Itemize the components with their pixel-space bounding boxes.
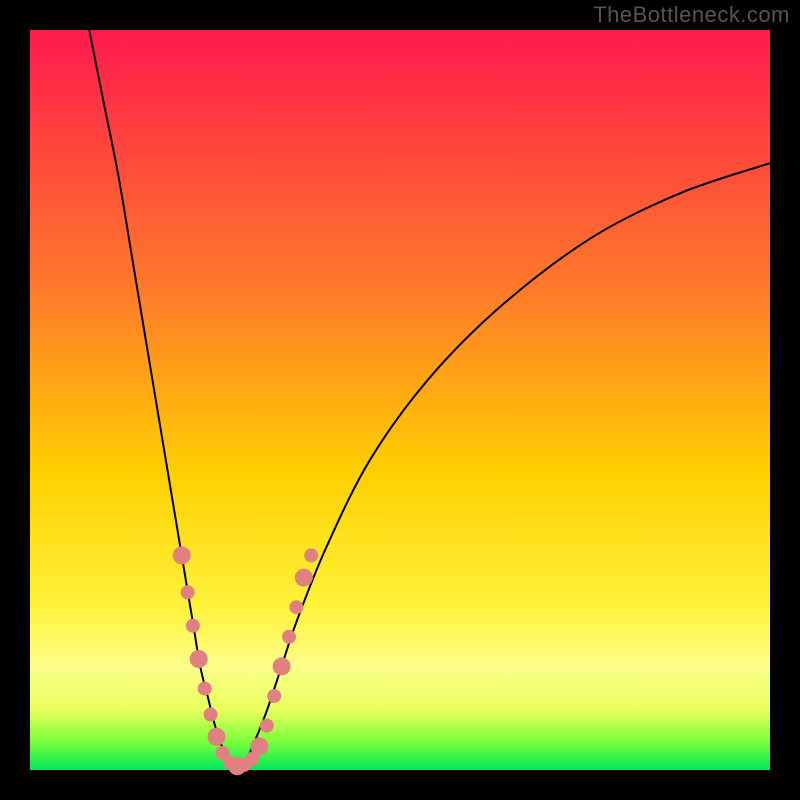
- data-marker: [250, 737, 268, 755]
- data-marker: [207, 728, 225, 746]
- watermark-text: TheBottleneck.com: [593, 2, 790, 28]
- chart-frame: TheBottleneck.com: [0, 0, 800, 800]
- data-marker: [273, 657, 291, 675]
- chart-canvas: [0, 0, 800, 800]
- data-marker: [190, 650, 208, 668]
- data-marker: [282, 630, 296, 644]
- data-marker: [181, 585, 195, 599]
- data-marker: [295, 569, 313, 587]
- data-marker: [267, 689, 281, 703]
- data-marker: [304, 548, 318, 562]
- plot-background: [30, 30, 770, 770]
- data-marker: [289, 600, 303, 614]
- data-marker: [198, 682, 212, 696]
- data-marker: [186, 619, 200, 633]
- data-marker: [173, 546, 191, 564]
- data-marker: [260, 719, 274, 733]
- data-marker: [204, 708, 218, 722]
